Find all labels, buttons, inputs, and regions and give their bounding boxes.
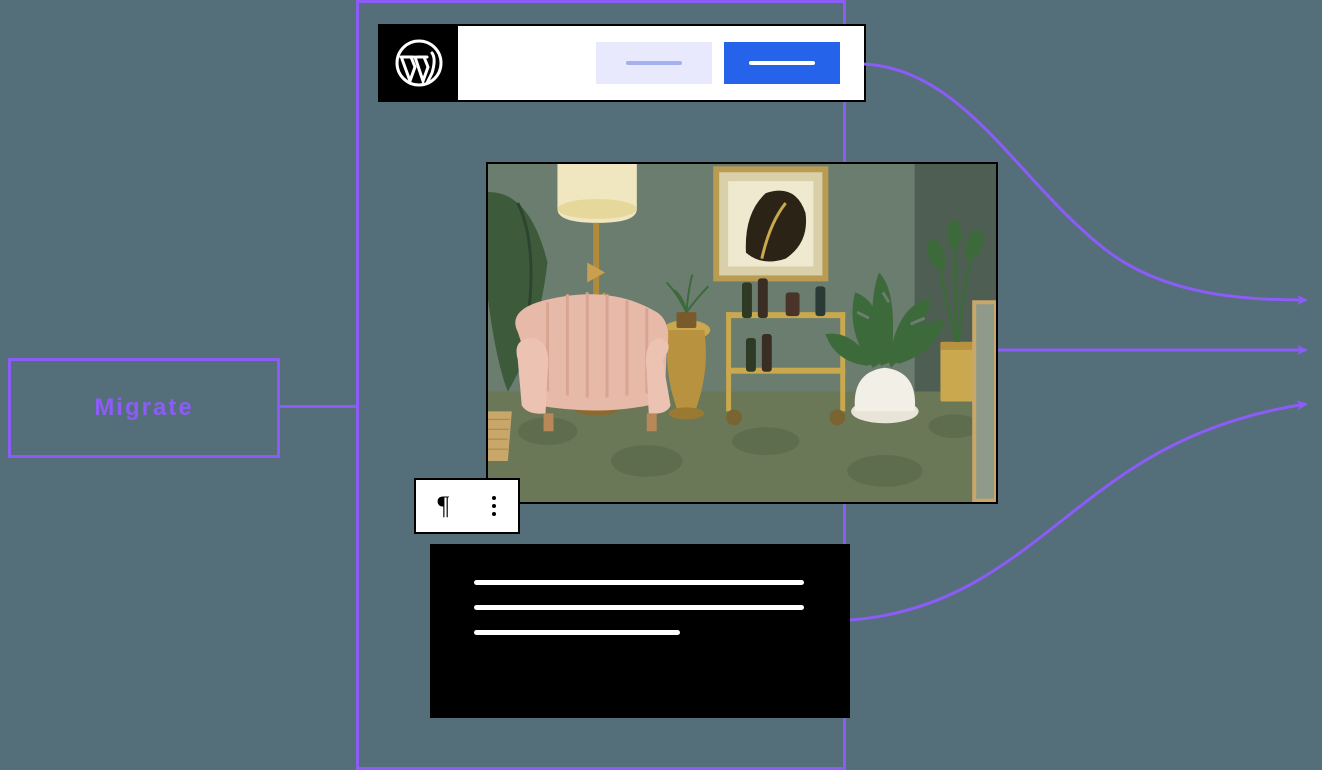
- paragraph-icon[interactable]: ¶: [438, 491, 450, 521]
- text-placeholder-line: [474, 605, 804, 610]
- paragraph-block-toolbar: ¶: [414, 478, 520, 534]
- editor-top-bar: [378, 24, 866, 102]
- room-illustration: [488, 164, 996, 502]
- primary-button[interactable]: [724, 42, 840, 84]
- wordpress-icon: [395, 39, 443, 87]
- text-placeholder-line: [474, 630, 680, 635]
- connector-line: [280, 405, 356, 408]
- kebab-menu-icon[interactable]: [492, 496, 496, 516]
- text-block: [430, 544, 850, 718]
- migrate-label: Migrate: [94, 394, 193, 422]
- content-image: [486, 162, 998, 504]
- secondary-button-placeholder: [626, 61, 682, 65]
- secondary-button[interactable]: [596, 42, 712, 84]
- primary-button-placeholder: [749, 61, 815, 65]
- text-placeholder-line: [474, 580, 804, 585]
- migrate-box: Migrate: [8, 358, 280, 458]
- wordpress-logo: [380, 26, 458, 100]
